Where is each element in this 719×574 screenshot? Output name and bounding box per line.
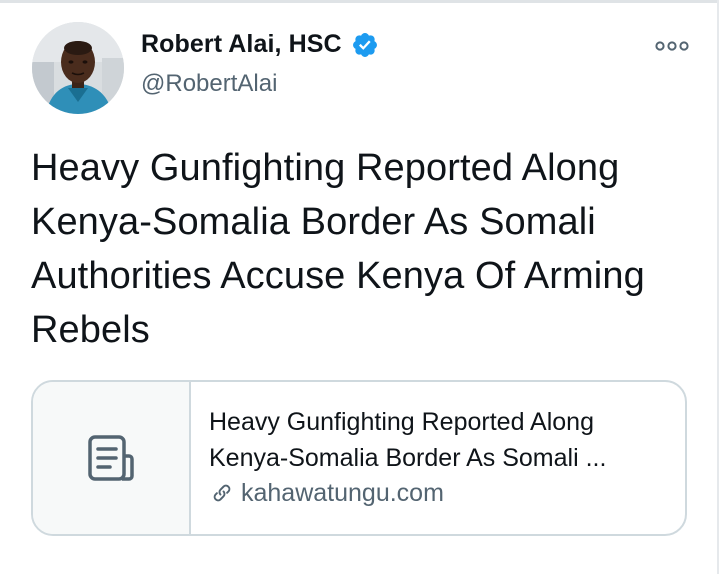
link-card-title-line1: Heavy Gunfighting Reported Along xyxy=(209,408,594,436)
link-card-body: Heavy Gunfighting Reported Along Kenya-S… xyxy=(191,382,685,534)
link-card-title-line2: Kenya-Somalia Border As Somali ... xyxy=(209,444,607,472)
verified-badge-icon xyxy=(351,31,379,59)
link-icon xyxy=(213,484,231,502)
tweet-page: Robert Alai, HSC @RobertAlai Heavy Gunfi… xyxy=(0,0,719,574)
avatar[interactable] xyxy=(32,22,124,114)
link-card[interactable]: Heavy Gunfighting Reported Along Kenya-S… xyxy=(31,380,687,536)
author-name-row[interactable]: Robert Alai, HSC xyxy=(141,30,379,59)
more-horizontal-icon xyxy=(655,41,689,51)
top-divider xyxy=(0,0,719,3)
author-handle[interactable]: @RobertAlai xyxy=(141,70,277,98)
tweet-text: Heavy Gunfighting Reported Along Kenya-S… xyxy=(31,147,645,351)
link-card-domain: kahawatungu.com xyxy=(241,479,444,507)
more-options-button[interactable] xyxy=(652,34,692,58)
document-icon xyxy=(88,435,134,481)
link-card-thumbnail xyxy=(33,382,191,534)
link-card-domain-row: kahawatungu.com xyxy=(209,477,685,509)
author-display-name[interactable]: Robert Alai, HSC xyxy=(141,30,342,59)
